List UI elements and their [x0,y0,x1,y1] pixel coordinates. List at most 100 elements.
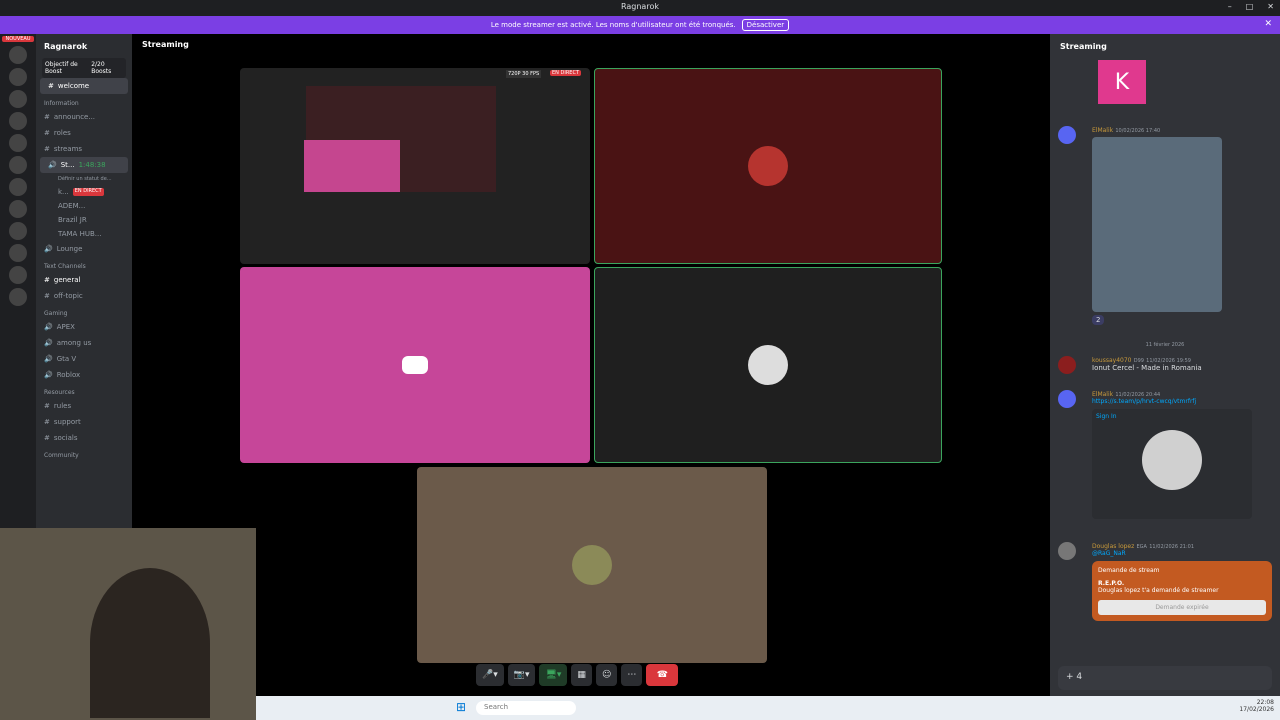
link-embed[interactable]: Sign In [1092,409,1252,519]
avatar[interactable] [1058,126,1076,144]
embed-title[interactable]: Sign In [1096,413,1248,420]
channel-rules[interactable]: # rules [36,398,132,414]
avatar [748,345,788,385]
channel-roles[interactable]: # roles [36,125,132,141]
server-icon[interactable] [9,266,27,284]
voice-channel-roblox[interactable]: 🔊 Roblox [36,367,132,383]
webcam-overlay [0,528,256,720]
disconnect-button[interactable]: ☎ [646,664,679,686]
camera-button[interactable]: 📷▾ [507,664,536,686]
channel-announcements[interactable]: # announce... [36,109,132,125]
live-badge: EN DIRECT [550,70,581,76]
avatar[interactable] [1058,390,1076,408]
category-resources[interactable]: Resources [36,383,132,398]
clock: 22:08 17/02/2026 [1239,699,1274,713]
activities-button[interactable]: ▦ [571,664,592,686]
voice-channel-gta[interactable]: 🔊 Gta V [36,351,132,367]
request-expired-button[interactable]: Demande expirée [1098,600,1266,615]
message-link[interactable]: https://s.team/p/hrvt-cwcq/vtmrfrfj [1092,398,1272,405]
soundboard-button[interactable]: ☺ [595,664,618,686]
microphone-button[interactable]: 🎤▾ [476,664,504,686]
taskbar-search[interactable]: Search [476,701,576,715]
windows-taskbar: ⊞ Search 22:08 17/02/2026 [256,696,1280,720]
chat-title: Streaming [1060,41,1107,51]
discord-logo-icon [402,356,428,374]
status-hint: Définir un statut de... [58,176,112,182]
server-icon[interactable] [9,244,27,262]
server-icon[interactable] [9,222,27,240]
server-name[interactable]: Ragnarok [36,34,132,58]
message-text: Ionut Cercel - Made in Romania [1092,364,1202,372]
voice-user[interactable]: TAMA HUB... [36,227,132,241]
minimize-icon[interactable]: – [1228,2,1232,11]
channel-support[interactable]: # support [36,414,132,430]
voice-channel-among-us[interactable]: 🔊 among us [36,335,132,351]
stream-request-card: Demande de stream R.E.P.O. Douglas lopez… [1092,561,1272,621]
category-community[interactable]: Community [36,446,132,461]
screen-share-button[interactable]: 🖥▾ [539,664,568,686]
category-gaming[interactable]: Gaming [36,304,132,319]
close-banner-icon[interactable]: ✕ [1264,19,1272,29]
participant-tile[interactable] [417,467,767,663]
more-options-button[interactable]: ⋯ [621,664,643,686]
server-icon[interactable] [9,90,27,108]
channel-socials[interactable]: # socials [36,430,132,446]
voice-channel-streaming[interactable]: 🔊 St... 1:48:38 [40,157,128,173]
date-divider: 11 février 2026 [1145,342,1185,348]
reaction-heart[interactable]: 2 [1092,315,1105,325]
server-icon[interactable] [9,134,27,152]
voice-user[interactable]: Brazil JR [36,213,132,227]
disable-streamer-mode-button[interactable]: Désactiver [741,19,790,31]
chat-message: ElMalik 11/02/2026 20:44 https://s.team/… [1058,390,1272,519]
boost-goal[interactable]: Objectif de Boost 2/20 Boosts [42,58,126,78]
voice-channel-apex[interactable]: 🔊 APEX [36,319,132,335]
server-icon[interactable] [9,288,27,306]
stream-quality-badge: 720P 30 FPS [506,70,542,78]
stream-preview-pink [304,140,400,192]
new-badge: NOUVEAU [2,36,34,42]
channel-title: Streaming [142,40,189,49]
participant-tile[interactable] [594,68,942,264]
server-icon[interactable] [9,200,27,218]
maximize-icon[interactable]: □ [1246,2,1254,11]
voice-user[interactable]: k... EN DIRECT [36,185,132,199]
channel-streams[interactable]: # streams [36,141,132,157]
channel-off-topic[interactable]: # off-topic [36,288,132,304]
title-bar: Ragnarok – □ ✕ [0,0,1280,16]
chat-message: Douglas lopez EGA 11/02/2026 21:01 @RaG_… [1058,542,1272,621]
message-input[interactable]: + 4 [1058,666,1272,690]
avatar [572,545,612,585]
voice-channel-lounge[interactable]: 🔊 Lounge [36,241,132,257]
message-image[interactable] [1092,137,1222,312]
banner-text: Le mode streamer est activé. Les noms d'… [490,21,736,29]
streamer-mode-banner: Le mode streamer est activé. Les noms d'… [0,16,1280,34]
chat-message: koussay4070 D99 11/02/2026 19:59 Ionut C… [1058,356,1272,374]
channel-general[interactable]: # general [36,272,132,288]
server-avatar: K [1098,60,1146,104]
avatar [748,146,788,186]
server-icon[interactable] [9,112,27,130]
window-title: Ragnarok [621,2,659,11]
category-text-channels[interactable]: Text Channels [36,257,132,272]
windows-start-icon[interactable]: ⊞ [456,700,466,714]
chat-panel: Streaming K ElMalik 10/02/2026 17:40 2 1… [1050,34,1280,696]
avatar[interactable] [1058,542,1076,560]
participant-tile[interactable] [594,267,942,463]
avatar[interactable] [1058,356,1076,374]
stream-tile[interactable]: 720P 30 FPS EN DIRECT [240,68,590,264]
user-mention[interactable]: @RaG_NaR [1092,550,1272,557]
steam-logo-icon [1142,430,1202,490]
server-icon[interactable] [9,46,27,64]
voice-user[interactable]: ADEM... [36,199,132,213]
channel-welcome[interactable]: # welcome [40,78,128,94]
server-icon[interactable] [9,156,27,174]
server-icon[interactable] [9,68,27,86]
close-icon[interactable]: ✕ [1267,2,1274,11]
person-silhouette [90,568,210,718]
chat-message: ElMalik 10/02/2026 17:40 2 [1058,126,1272,325]
voice-stage: Streaming 720P 30 FPS EN DIRECT 🎤▾ 📷▾ 🖥▾… [132,34,1050,696]
server-icon[interactable] [9,178,27,196]
call-controls: 🎤▾ 📷▾ 🖥▾ ▦ ☺ ⋯ ☎ [476,664,679,686]
category-information[interactable]: Information [36,94,132,109]
participant-tile[interactable] [240,267,590,463]
